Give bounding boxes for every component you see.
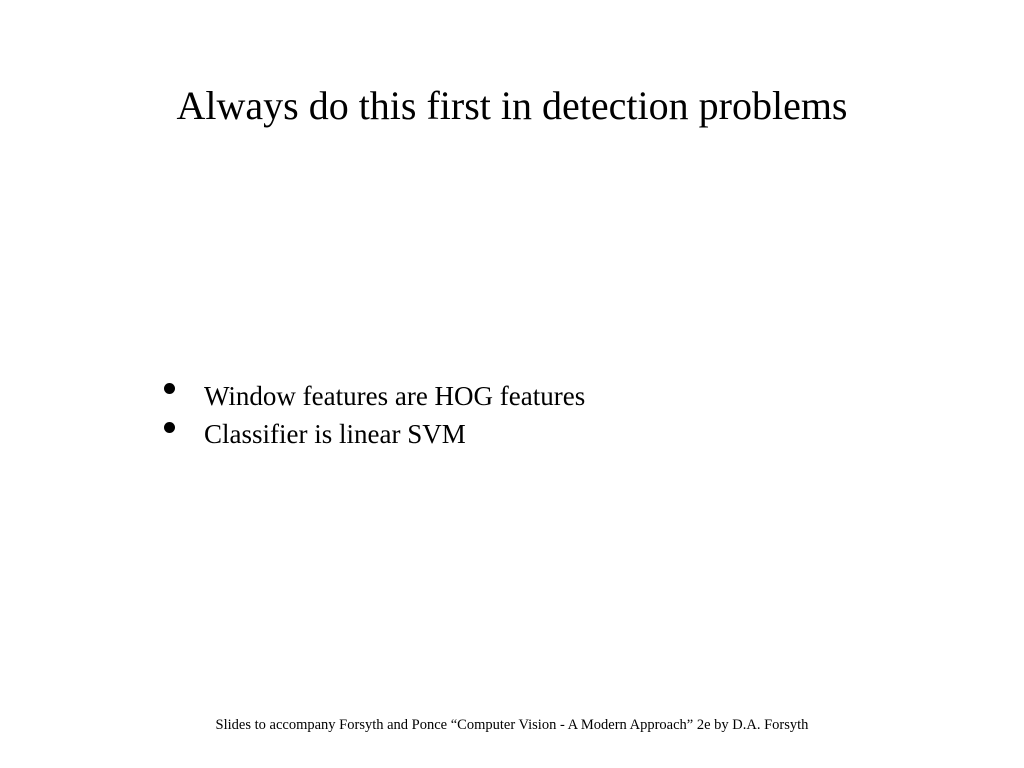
slide-title: Always do this first in detection proble… <box>0 82 1024 129</box>
list-item: Classifier is linear SVM <box>158 416 585 452</box>
list-item: Window features are HOG features <box>158 378 585 414</box>
slide-footer: Slides to accompany Forsyth and Ponce “C… <box>0 717 1024 734</box>
bullet-text: Classifier is linear SVM <box>204 419 466 449</box>
bullet-list: Window features are HOG features Classif… <box>158 378 585 455</box>
bullet-text: Window features are HOG features <box>204 381 585 411</box>
slide: Always do this first in detection proble… <box>0 0 1024 768</box>
